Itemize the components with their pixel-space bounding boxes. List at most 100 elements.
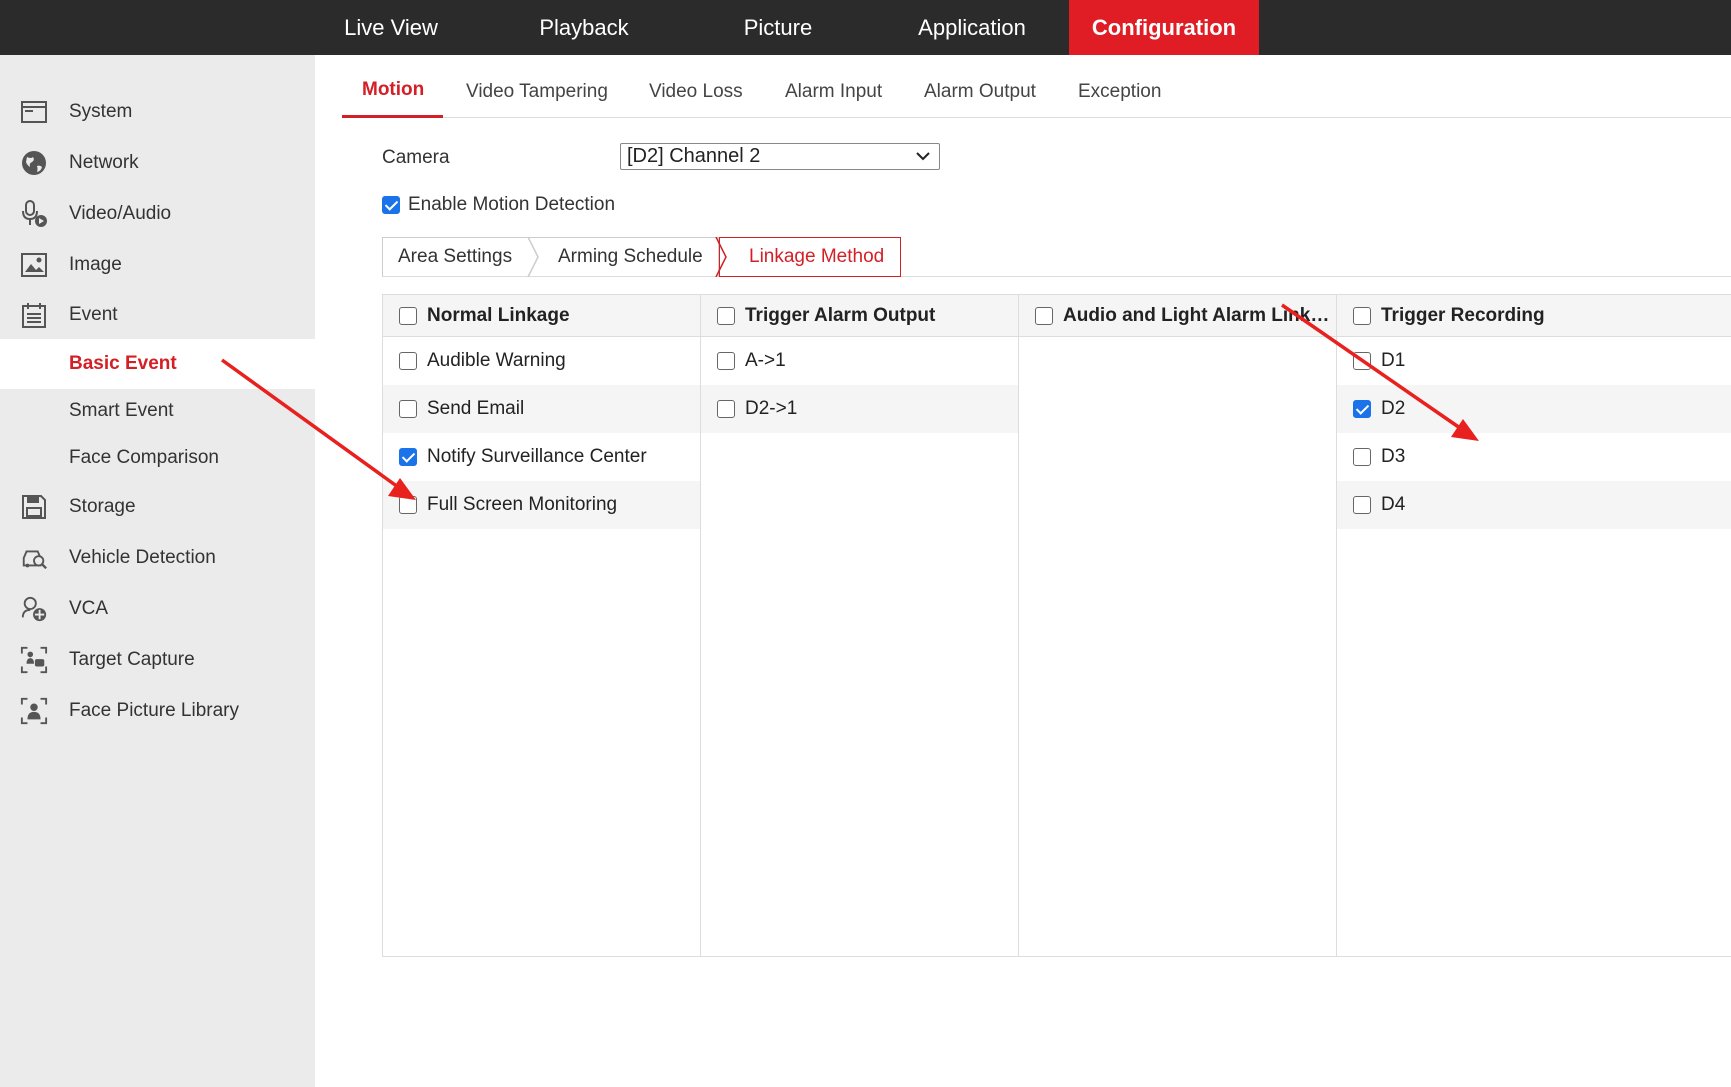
tab-alarm-input[interactable]: Alarm Input	[785, 81, 882, 103]
trigger-alarm-output-checkbox[interactable]	[717, 306, 735, 325]
sidebar-item-smart-event[interactable]: Smart Event	[0, 386, 315, 436]
camera-select-value: [D2] Channel 2	[627, 145, 761, 167]
list-item-label: Full Screen Monitoring	[427, 494, 618, 515]
nav-live-view[interactable]: Live View	[295, 0, 487, 55]
sidebar-item-label: System	[69, 101, 133, 122]
column-header-label: Audio and Light Alarm Link…	[1063, 304, 1330, 326]
sidebar-item-face-picture-library[interactable]: Face Picture Library	[0, 686, 315, 736]
sidebar-item-label: Face Comparison	[69, 447, 219, 468]
send-email-checkbox[interactable]	[399, 400, 417, 418]
column-normal-linkage: Normal Linkage Audible Warning Send Emai…	[383, 294, 701, 957]
recording-d1-checkbox[interactable]	[1353, 352, 1371, 370]
list-item[interactable]: D4	[1337, 481, 1731, 529]
tab-motion[interactable]: Motion	[362, 79, 424, 101]
list-item[interactable]: D3	[1337, 433, 1731, 481]
audio-light-alarm-checkbox[interactable]	[1035, 306, 1053, 325]
trigger-alarm-output-header[interactable]: Trigger Alarm Output	[701, 294, 1018, 337]
audible-warning-checkbox[interactable]	[399, 352, 417, 370]
column-trigger-alarm-output: Trigger Alarm Output A->1 D2->1	[701, 294, 1019, 957]
sidebar-item-label: Basic Event	[69, 353, 177, 374]
list-item[interactable]: Notify Surveillance Center	[383, 433, 700, 481]
list-item[interactable]: D1	[1337, 337, 1731, 385]
subtab-arming-schedule[interactable]: Arming Schedule	[558, 237, 703, 277]
sidebar-item-video-audio[interactable]: Video/Audio	[0, 189, 315, 239]
alarm-output-a1-checkbox[interactable]	[717, 352, 735, 370]
tab-exception[interactable]: Exception	[1078, 81, 1161, 103]
full-screen-monitoring-checkbox[interactable]	[399, 496, 417, 514]
tab-alarm-output[interactable]: Alarm Output	[924, 81, 1036, 103]
sidebar-item-basic-event[interactable]: Basic Event	[0, 339, 315, 389]
notify-surveillance-center-checkbox[interactable]	[399, 448, 417, 466]
floppy-icon	[20, 493, 48, 521]
camera-label: Camera	[382, 147, 450, 168]
sidebar-item-network[interactable]: Network	[0, 138, 315, 188]
sidebar-item-label: Face Picture Library	[69, 700, 240, 721]
sidebar-item-vca[interactable]: VCA	[0, 584, 315, 634]
sidebar-item-label: Network	[69, 152, 139, 173]
settings-subtabs: Area Settings Arming Schedule Linkage Me…	[382, 237, 1731, 277]
list-item-label: Send Email	[427, 398, 525, 419]
subtab-area-settings[interactable]: Area Settings	[398, 237, 512, 277]
enable-motion-detection[interactable]: Enable Motion Detection	[382, 194, 615, 216]
top-nav-bar: Live View Playback Picture Application C…	[0, 0, 1731, 55]
sidebar-item-vehicle-detection[interactable]: Vehicle Detection	[0, 533, 315, 583]
sidebar-item-storage[interactable]: Storage	[0, 482, 315, 532]
recording-d2-checkbox[interactable]	[1353, 400, 1371, 418]
sidebar-item-label: Event	[69, 304, 118, 325]
audio-light-alarm-header[interactable]: Audio and Light Alarm Link…	[1019, 294, 1336, 337]
tab-video-loss[interactable]: Video Loss	[649, 81, 743, 103]
calendar-icon	[20, 301, 48, 329]
linkage-table: Normal Linkage Audible Warning Send Emai…	[382, 294, 1731, 957]
top-nav: Live View Playback Picture Application C…	[295, 0, 1259, 55]
image-icon	[20, 251, 48, 279]
column-header-label: Trigger Recording	[1381, 304, 1545, 326]
camera-select[interactable]: [D2] Channel 2	[620, 143, 940, 170]
sidebar-item-label: Video/Audio	[69, 203, 172, 224]
recording-d4-checkbox[interactable]	[1353, 496, 1371, 514]
sidebar-item-label: Vehicle Detection	[69, 547, 216, 568]
list-item[interactable]: Full Screen Monitoring	[383, 481, 700, 529]
sidebar-item-label: Image	[69, 254, 122, 275]
sidebar-item-label: VCA	[69, 598, 109, 619]
alarm-output-d2-1-checkbox[interactable]	[717, 400, 735, 418]
recording-d3-checkbox[interactable]	[1353, 448, 1371, 466]
subtab-linkage-method[interactable]: Linkage Method	[749, 237, 884, 277]
sidebar-item-event[interactable]: Event	[0, 290, 315, 340]
normal-linkage-header[interactable]: Normal Linkage	[383, 294, 700, 337]
event-tabs: Motion Video Tampering Video Loss Alarm …	[342, 75, 1731, 118]
sidebar-item-system[interactable]: System	[0, 87, 315, 137]
list-item-label: D4	[1381, 494, 1406, 515]
main-content: Motion Video Tampering Video Loss Alarm …	[315, 55, 1731, 1087]
sidebar-item-image[interactable]: Image	[0, 240, 315, 290]
list-item[interactable]: A->1	[701, 337, 1018, 385]
enable-motion-label: Enable Motion Detection	[408, 194, 616, 215]
list-item[interactable]: D2	[1337, 385, 1731, 433]
list-item-label: Audible Warning	[427, 350, 566, 371]
car-search-icon	[20, 544, 48, 572]
trigger-recording-header[interactable]: Trigger Recording	[1337, 294, 1731, 337]
normal-linkage-checkbox[interactable]	[399, 306, 417, 325]
trigger-recording-checkbox[interactable]	[1353, 306, 1371, 325]
system-icon	[20, 98, 48, 126]
column-audio-light-alarm: Audio and Light Alarm Link…	[1019, 294, 1337, 957]
list-item-label: Notify Surveillance Center	[427, 446, 647, 467]
nav-configuration[interactable]: Configuration	[1069, 0, 1259, 55]
list-item-label: D2->1	[745, 398, 798, 419]
list-item[interactable]: Send Email	[383, 385, 700, 433]
column-header-label: Trigger Alarm Output	[745, 304, 936, 326]
nav-picture[interactable]: Picture	[681, 0, 875, 55]
sidebar: System Network Video/Audio Image Event B…	[0, 55, 315, 1087]
globe-icon	[20, 149, 48, 177]
sidebar-item-target-capture[interactable]: Target Capture	[0, 635, 315, 685]
column-header-label: Normal Linkage	[427, 304, 570, 326]
tab-video-tampering[interactable]: Video Tampering	[466, 81, 608, 103]
list-item-label: A->1	[745, 350, 786, 371]
list-item[interactable]: D2->1	[701, 385, 1018, 433]
nav-playback[interactable]: Playback	[487, 0, 681, 55]
nav-application[interactable]: Application	[875, 0, 1069, 55]
target-capture-icon	[20, 646, 48, 674]
active-tab-indicator	[342, 115, 443, 118]
enable-motion-checkbox[interactable]	[382, 196, 400, 214]
sidebar-item-face-comparison[interactable]: Face Comparison	[0, 433, 315, 483]
list-item[interactable]: Audible Warning	[383, 337, 700, 385]
